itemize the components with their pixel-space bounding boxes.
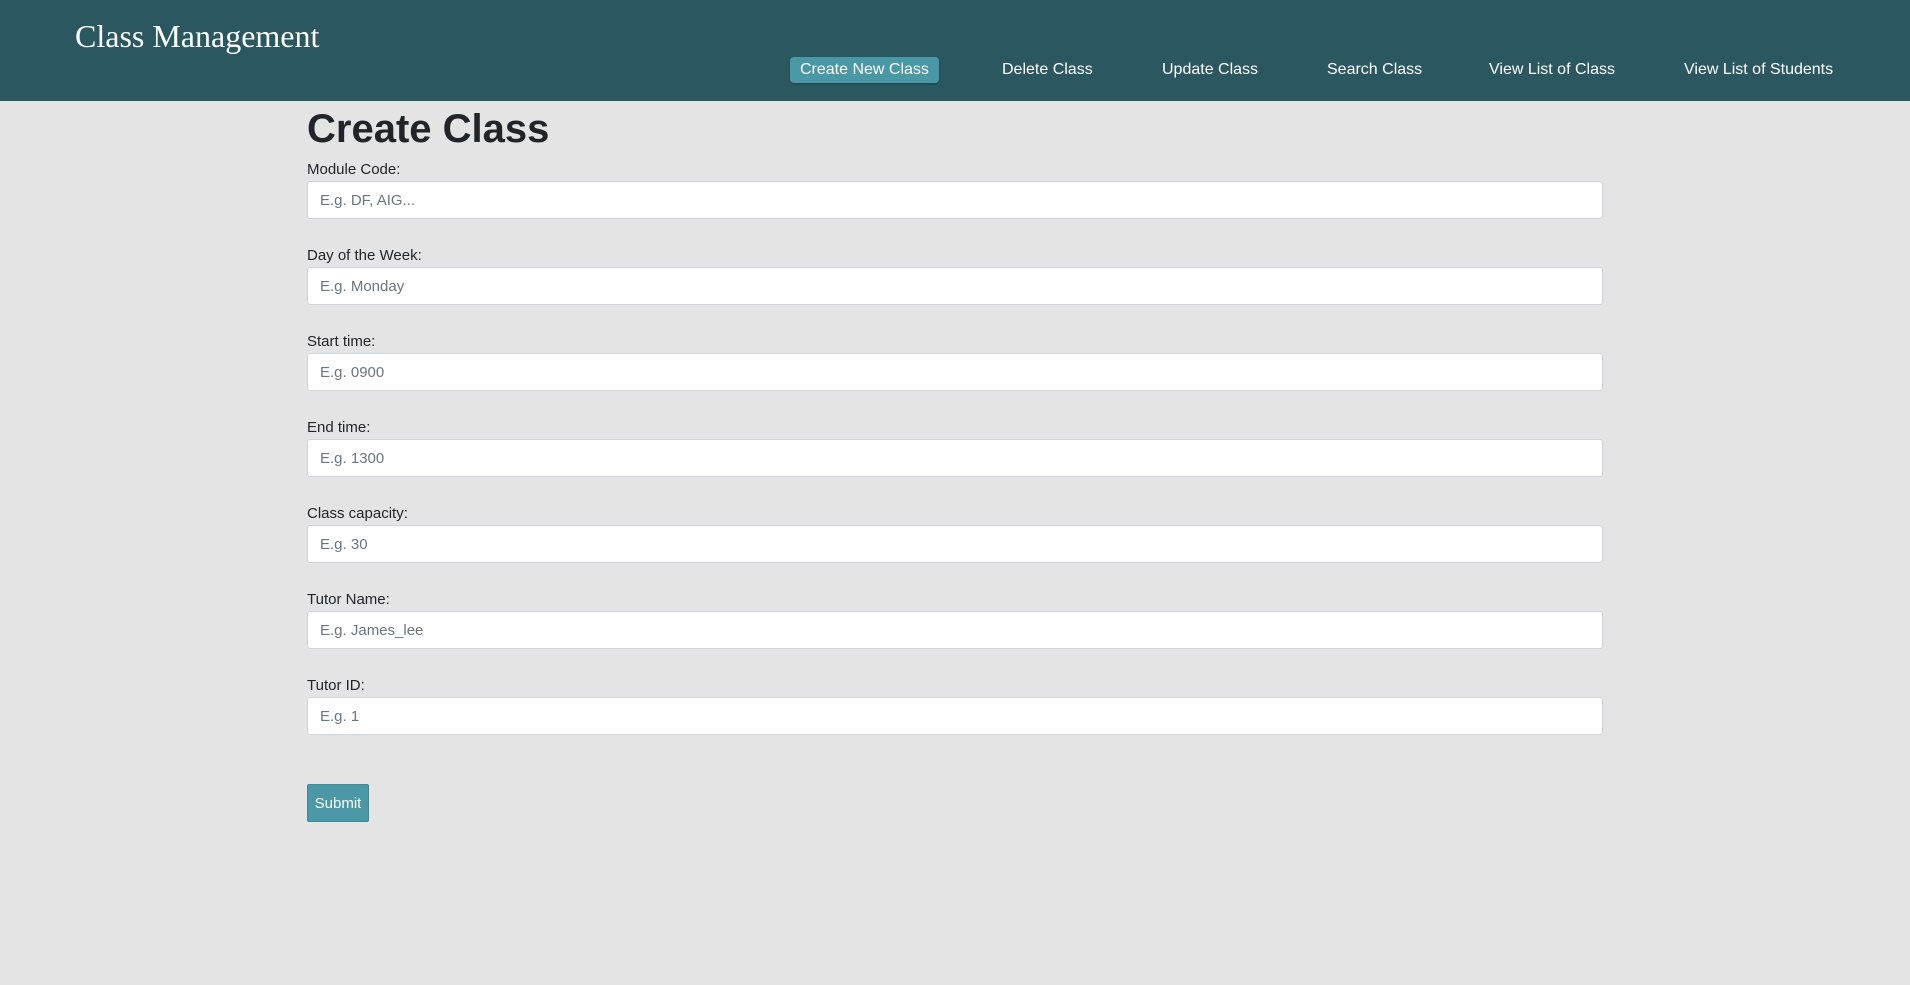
class-capacity-label: Class capacity:: [307, 505, 408, 522]
tutor-name-label: Tutor Name:: [307, 591, 390, 608]
tutor-name-field: Tutor Name:: [307, 591, 1603, 649]
start-time-input[interactable]: [307, 353, 1603, 391]
end-time-label: End time:: [307, 419, 371, 436]
day-of-week-input[interactable]: [307, 267, 1603, 305]
class-capacity-field: Class capacity:: [307, 505, 1603, 563]
day-of-week-label: Day of the Week:: [307, 247, 422, 264]
nav-update-class[interactable]: Update Class: [1162, 57, 1258, 83]
tutor-name-input[interactable]: [307, 611, 1603, 649]
nav-search-class[interactable]: Search Class: [1327, 57, 1422, 83]
start-time-label: Start time:: [307, 333, 376, 350]
module-code-field: Module Code:: [307, 161, 1603, 219]
nav-menu: Create New Class Delete Class Update Cla…: [0, 57, 1910, 83]
top-navbar: Class Management Create New Class Delete…: [0, 0, 1910, 101]
class-capacity-input[interactable]: [307, 525, 1603, 563]
tutor-id-field: Tutor ID:: [307, 677, 1603, 735]
tutor-id-input[interactable]: [307, 697, 1603, 735]
page-title: Create Class: [307, 107, 550, 151]
tutor-id-label: Tutor ID:: [307, 677, 365, 694]
brand-title: Class Management: [75, 18, 320, 54]
nav-view-list-of-class[interactable]: View List of Class: [1489, 57, 1615, 83]
module-code-input[interactable]: [307, 181, 1603, 219]
submit-button[interactable]: Submit: [307, 784, 369, 822]
start-time-field: Start time:: [307, 333, 1603, 391]
end-time-field: End time:: [307, 419, 1603, 477]
module-code-label: Module Code:: [307, 161, 401, 178]
nav-delete-class[interactable]: Delete Class: [1002, 57, 1093, 83]
end-time-input[interactable]: [307, 439, 1603, 477]
day-of-week-field: Day of the Week:: [307, 247, 1603, 305]
nav-create-new-class[interactable]: Create New Class: [790, 57, 939, 83]
nav-view-list-of-students[interactable]: View List of Students: [1684, 57, 1833, 83]
